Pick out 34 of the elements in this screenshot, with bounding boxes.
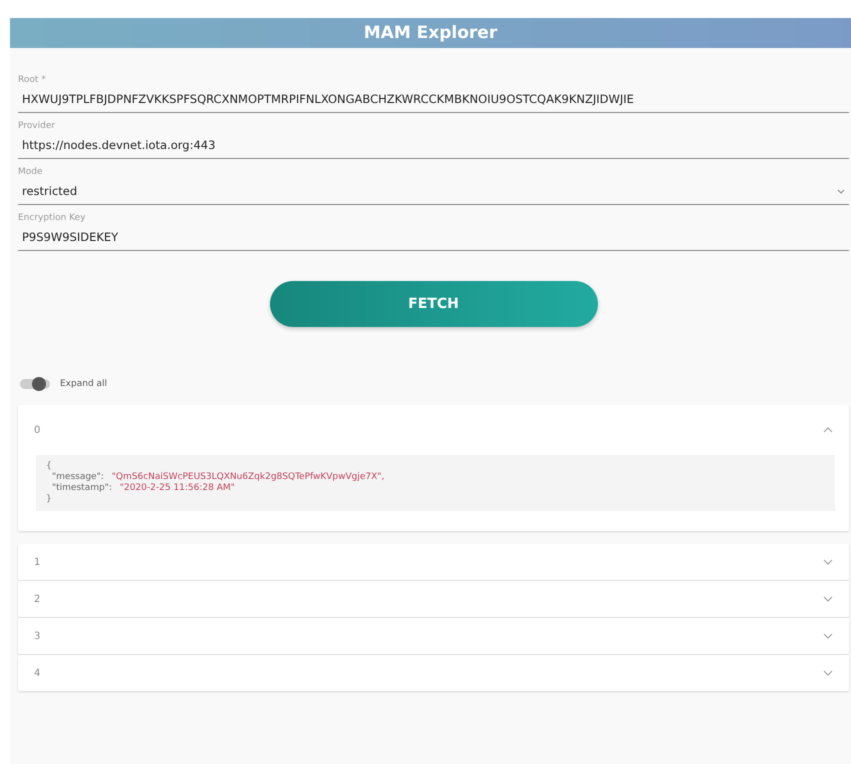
panel-title: 1	[34, 556, 40, 568]
chevron-icon	[823, 633, 833, 639]
panel-title: 0	[34, 424, 40, 436]
app-title: MAM Explorer	[364, 23, 498, 43]
field-label: Provider	[18, 121, 56, 131]
dropdown-caret-icon	[837, 188, 845, 194]
field-label: Root *	[18, 75, 46, 85]
field-label: Encryption Key	[18, 213, 86, 223]
fetch-button[interactable]: FETCH	[270, 281, 598, 327]
input-field[interactable]: P9S9W9SIDEKEY	[18, 226, 849, 251]
panel-title: 2	[34, 594, 40, 604]
expansion-panel[interactable]: 4	[18, 655, 849, 691]
chevron-icon	[823, 427, 833, 433]
json-value: "2020-2-25 11:56:28 AM"	[120, 483, 235, 494]
code-brace: {	[46, 461, 52, 472]
expansion-panel[interactable]: 2	[18, 581, 849, 617]
select-field[interactable]: restricted	[18, 180, 849, 205]
toggle-switch[interactable]	[20, 379, 50, 389]
expansion-panel[interactable]: 1	[18, 544, 849, 580]
json-key: "message":	[52, 472, 104, 483]
expansion-panel[interactable]: 3	[18, 618, 849, 654]
chevron-icon	[823, 596, 833, 602]
chevron-icon	[823, 559, 833, 565]
chevron-icon	[823, 670, 833, 676]
json-value: "QmS6cNaiSWcPEUS3LQXNu6Zqk2g8SQTePfwKVpwVgje7X",	[112, 472, 384, 483]
input-field[interactable]: HXWUJ9TPLFBJDPNFZVKKSPFSQRCXNMOPTMRPIFNLXONGABCHZKWRCCKMBKNOIU9OSTCQAK9KNZJIDWJIE	[18, 88, 849, 113]
expansion-panel[interactable]: 0 { "message": "QmS6cNaiSWcPEUS3LQXNu6Zqk2g8SQTePfwKVpwVgje7X", "timestamp": "2020-2-25 11:56:28 AM" }	[18, 405, 849, 531]
toggle-label: Expand all	[60, 379, 108, 389]
input-field[interactable]: https://nodes.devnet.iota.org:443	[18, 134, 849, 159]
code-brace: }	[46, 494, 52, 505]
panel-title: 3	[34, 630, 40, 642]
panel-title: 4	[34, 668, 40, 678]
json-key: "timestamp":	[52, 483, 112, 494]
field-label: Mode	[18, 167, 43, 177]
